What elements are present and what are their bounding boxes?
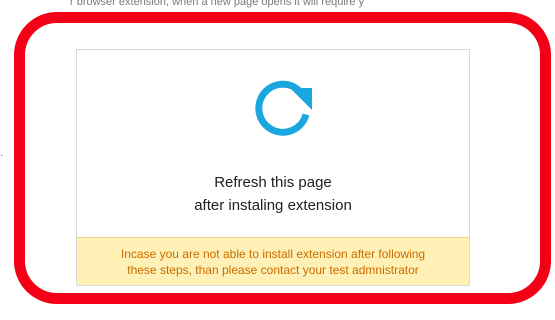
refresh-icon	[255, 80, 312, 136]
warning-line-1: Incase you are not able to install exten…	[120, 247, 426, 261]
refresh-instruction-card: Refresh this page after instaling extens…	[76, 49, 470, 286]
refresh-message: Refresh this page after instaling extens…	[77, 171, 469, 217]
side-marker: .	[0, 145, 4, 159]
screenshot-page: r browser extension, when a new page ope…	[0, 0, 555, 320]
refresh-message-line-2: after instaling extension	[194, 197, 352, 214]
contact-administrator-warning: Incase you are not able to install exten…	[77, 237, 469, 285]
partial-instruction-text: r browser extension, when a new page ope…	[70, 0, 365, 8]
warning-line-2: these steps, than please contact your te…	[127, 263, 419, 277]
refresh-message-line-1: Refresh this page	[214, 174, 332, 191]
